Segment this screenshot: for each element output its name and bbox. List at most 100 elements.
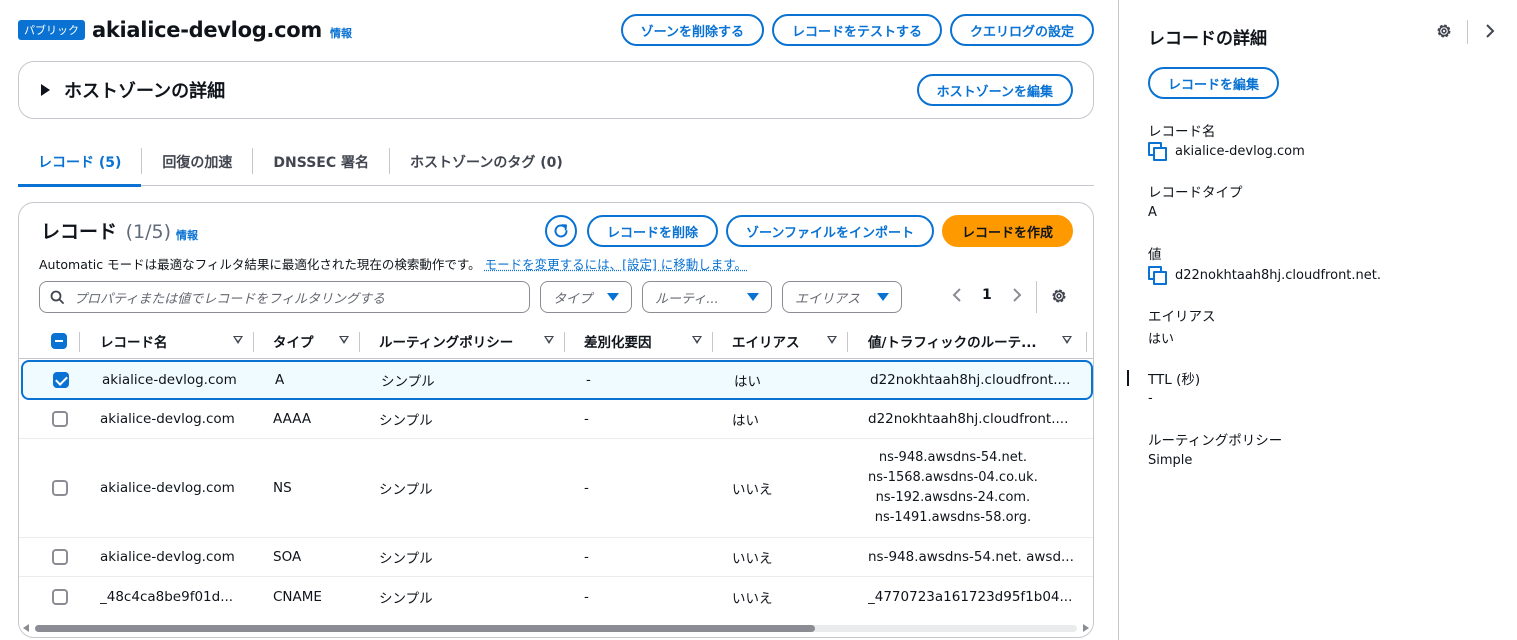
row-checkbox[interactable] — [52, 549, 68, 565]
alias-filter-select[interactable]: エイリアス — [782, 281, 902, 313]
select-all-checkbox[interactable] — [51, 333, 67, 349]
horizontal-scrollbar[interactable] — [21, 622, 1091, 634]
row-checkbox[interactable] — [52, 410, 68, 427]
chevron-left-icon[interactable] — [952, 288, 962, 302]
search-placeholder: プロパティまたは値でレコードをフィルタリングする — [74, 291, 385, 307]
scrollbar-thumb[interactable] — [35, 625, 815, 632]
column-header-alias[interactable]: エイリアス — [713, 323, 847, 359]
differentiator-cell: - — [584, 480, 589, 496]
row-checkbox[interactable] — [53, 372, 69, 388]
delete-record-button[interactable]: レコードを削除 — [587, 215, 719, 247]
gear-icon — [1052, 289, 1066, 303]
record-name-value: akialice-devlog.com — [1148, 142, 1305, 161]
page-number[interactable]: 1 — [982, 287, 992, 303]
sort-icon — [827, 336, 837, 344]
table-row[interactable]: akialice-devlog.com SOA シンプル - いいえ ns-94… — [19, 538, 1093, 577]
value-line: ns-948.awsdns-54.net. — [878, 450, 1027, 465]
record-name-cell: akialice-devlog.com — [100, 410, 235, 427]
scroll-left-arrow-icon[interactable] — [23, 624, 29, 632]
records-actions: レコードを削除 ゾーンファイルをインポート レコードを作成 — [545, 215, 1073, 247]
value-line: ns-1491.awsdns-58.org. — [874, 510, 1032, 525]
tab-records[interactable]: レコード (5) — [18, 144, 142, 187]
query-log-button[interactable]: クエリログの設定 — [949, 14, 1094, 46]
gear-icon — [1437, 24, 1451, 38]
create-record-button[interactable]: レコードを作成 — [941, 215, 1073, 247]
records-info-link[interactable]: 情報 — [176, 227, 198, 243]
column-header-label: 値/トラフィックのルーテ... — [868, 335, 1037, 351]
page-title: akialice-devlog.com — [92, 18, 322, 42]
differentiator-cell: - — [586, 372, 591, 388]
mode-settings-link[interactable]: モードを変更するには、[設定] に移動します。 — [485, 257, 747, 272]
routing-cell: シンプル — [381, 374, 435, 390]
search-icon — [50, 290, 64, 304]
edit-record-button[interactable]: レコードを編集 — [1148, 67, 1280, 99]
column-header-differentiator[interactable]: 差別化要因 — [565, 323, 712, 359]
type-filter-select[interactable]: タイプ — [540, 281, 632, 313]
value-cell: ns-948.awsdns-54.net. awsd... — [868, 549, 1074, 565]
sort-icon — [692, 336, 702, 344]
tab-recovery-acceleration[interactable]: 回復の加速 — [142, 144, 252, 186]
table-row[interactable]: _48c4ca8be9f01d... CNAME シンプル - いいえ _477… — [19, 577, 1093, 616]
routing-filter-select[interactable]: ルーティ... — [642, 281, 772, 313]
row-checkbox[interactable] — [52, 480, 68, 496]
caret-down-icon — [877, 293, 889, 301]
column-header-routing[interactable]: ルーティングポリシー — [360, 323, 564, 359]
record-name-cell: akialice-devlog.com — [100, 480, 235, 496]
hosted-zone-details-panel: ホストゾーンの詳細 ホストゾーンを編集 — [18, 61, 1094, 119]
value-cell: d22nokhtaah8hj.cloudfront.... — [870, 372, 1071, 388]
table-row[interactable]: akialice-devlog.com NS シンプル - いいえ ns-948… — [19, 439, 1093, 538]
copy-icon[interactable] — [1148, 266, 1167, 285]
header-info-link[interactable]: 情報 — [330, 25, 352, 41]
table-settings-button[interactable] — [1050, 287, 1068, 309]
column-header-type[interactable]: タイプ — [254, 323, 359, 359]
select-all-cell — [51, 323, 67, 359]
records-title: レコード (1/5) — [41, 217, 171, 244]
table-header: レコード名 タイプ ルーティングポリシー 差別化要因 エイリアス 値/トラフィッ… — [19, 323, 1093, 359]
record-name-cell: akialice-devlog.com — [100, 549, 235, 565]
copy-icon[interactable] — [1148, 142, 1167, 161]
chevron-right-icon[interactable] — [1012, 288, 1022, 302]
caret-right-icon[interactable] — [41, 84, 50, 96]
search-input[interactable]: プロパティまたは値でレコードをフィルタリングする — [39, 281, 530, 313]
sort-icon — [233, 336, 243, 344]
close-panel-button[interactable] — [1483, 22, 1497, 44]
record-type-label: レコードタイプ — [1148, 185, 1243, 201]
hosted-zone-details-title[interactable]: ホストゾーンの詳細 — [64, 77, 225, 103]
import-zone-file-button[interactable]: ゾーンファイルをインポート — [726, 215, 934, 247]
edit-hosted-zone-button[interactable]: ホストゾーンを編集 — [916, 74, 1073, 106]
row-checkbox[interactable] — [52, 588, 68, 605]
alias-cell: はい — [732, 412, 759, 429]
value-line: ns-1568.awsdns-04.co.uk. — [868, 470, 1038, 485]
table-row[interactable]: akialice-devlog.com A シンプル - はい d22nokht… — [21, 360, 1093, 400]
refresh-button[interactable] — [545, 215, 577, 247]
row-select-cell — [53, 362, 69, 398]
detail-header-divider — [1467, 20, 1468, 44]
value-cell: ns-948.awsdns-54.net. ns-1568.awsdns-04.… — [868, 439, 1038, 537]
column-header-record-name[interactable]: レコード名 — [80, 323, 253, 359]
record-type-cell: A — [275, 372, 285, 388]
alias-cell: はい — [734, 374, 761, 390]
routing-filter-label: ルーティ... — [655, 291, 719, 307]
column-header-value[interactable]: 値/トラフィックのルーテ... — [848, 323, 1082, 359]
routing-cell: シンプル — [379, 590, 433, 607]
row-select-cell — [52, 577, 68, 616]
detail-settings-button[interactable] — [1435, 22, 1453, 44]
alias-cell: いいえ — [732, 551, 773, 567]
alias-cell: いいえ — [732, 590, 773, 607]
routing-cell: シンプル — [379, 482, 433, 498]
differentiator-cell: - — [584, 588, 589, 605]
value-label: 値 — [1148, 247, 1162, 263]
sort-icon — [339, 336, 349, 344]
record-type-cell: CNAME — [273, 588, 322, 605]
tab-dnssec[interactable]: DNSSEC 署名 — [253, 144, 389, 186]
alias-value: はい — [1148, 332, 1175, 347]
alias-cell: いいえ — [732, 482, 773, 498]
sort-icon — [544, 336, 554, 344]
scroll-right-arrow-icon[interactable] — [1083, 624, 1089, 632]
record-name-label: レコード名 — [1148, 124, 1216, 140]
table-row[interactable]: akialice-devlog.com AAAA シンプル - はい d22no… — [19, 399, 1093, 439]
tab-hosted-zone-tags[interactable]: ホストゾーンのタグ (0) — [390, 144, 583, 186]
delete-zone-button[interactable]: ゾーンを削除する — [620, 14, 764, 46]
row-select-cell — [52, 538, 68, 576]
test-record-button[interactable]: レコードをテストする — [771, 14, 942, 46]
